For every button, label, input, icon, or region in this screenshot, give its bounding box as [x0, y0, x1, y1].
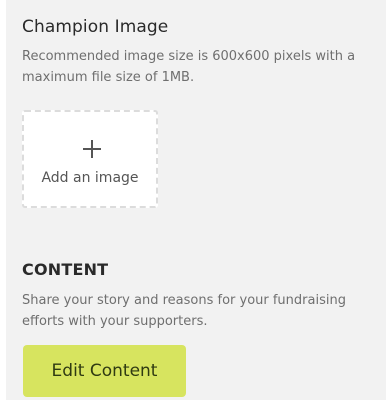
plus-icon	[83, 140, 101, 158]
content-section-title: CONTENT	[22, 260, 109, 279]
edit-content-button[interactable]: Edit Content	[23, 345, 186, 397]
settings-panel: Champion Image Recommended image size is…	[6, 0, 386, 400]
add-image-label: Add an image	[41, 170, 139, 186]
champion-image-description: Recommended image size is 600x600 pixels…	[22, 49, 356, 85]
champion-image-title: Champion Image	[22, 17, 169, 37]
content-description: Share your story and reasons for your fu…	[22, 293, 346, 329]
add-image-dropzone[interactable]: Add an image	[22, 110, 158, 208]
